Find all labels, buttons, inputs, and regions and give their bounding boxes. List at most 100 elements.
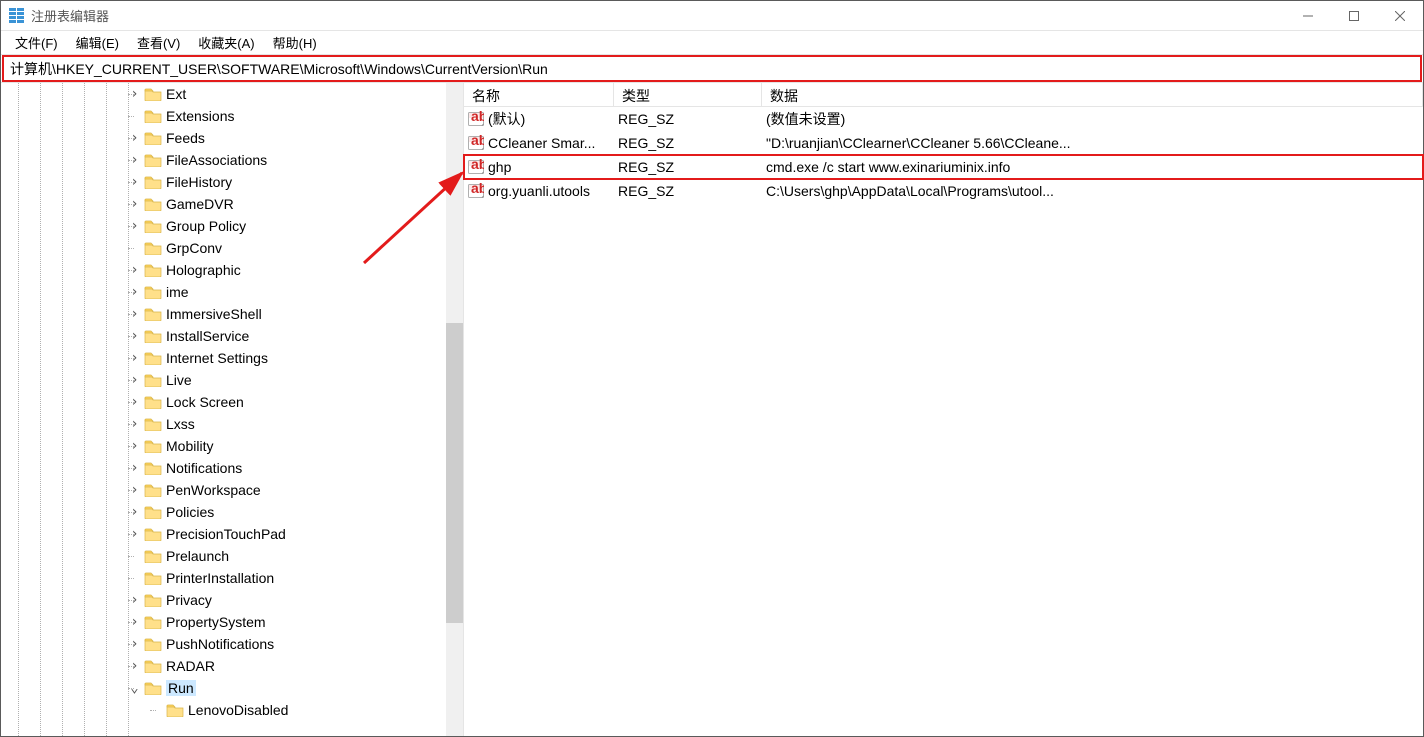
tree-panel: ›ExtExtensions›Feeds›FileAssociations›Fi… [1, 83, 464, 736]
tree-item-label: Lock Screen [166, 394, 244, 410]
folder-icon [144, 263, 162, 277]
list-row[interactable]: ghpREG_SZcmd.exe /c start www.exinariumi… [464, 155, 1423, 179]
list-body[interactable]: (默认)REG_SZ(数值未设置)CCleaner Smar...REG_SZ"… [464, 107, 1423, 203]
tree-item-precisiontouchpad[interactable]: ›PrecisionTouchPad [1, 523, 463, 545]
titlebar: 注册表编辑器 [1, 1, 1423, 31]
address-path: 计算机\HKEY_CURRENT_USER\SOFTWARE\Microsoft… [10, 59, 548, 79]
menubar: 文件(F) 编辑(E) 查看(V) 收藏夹(A) 帮助(H) [1, 31, 1423, 55]
menu-favorites[interactable]: 收藏夹(A) [190, 31, 262, 54]
tree-item-label: Group Policy [166, 218, 246, 234]
tree-item-label: PrecisionTouchPad [166, 526, 286, 542]
list-row[interactable]: org.yuanli.utoolsREG_SZC:\Users\ghp\AppD… [464, 179, 1423, 203]
tree-item-policies[interactable]: ›Policies [1, 501, 463, 523]
folder-icon [144, 197, 162, 211]
value-data: "D:\ruanjian\CClearner\CCleaner 5.66\CCl… [762, 135, 1423, 151]
folder-icon [144, 681, 162, 695]
tree-item-fileassociations[interactable]: ›FileAssociations [1, 149, 463, 171]
tree-item-run[interactable]: ⌄Run [1, 677, 463, 699]
value-type: REG_SZ [614, 159, 762, 175]
tree-item-label: PushNotifications [166, 636, 274, 652]
value-type: REG_SZ [614, 111, 762, 127]
tree-item-gamedvr[interactable]: ›GameDVR [1, 193, 463, 215]
close-button[interactable] [1377, 1, 1423, 31]
value-type: REG_SZ [614, 183, 762, 199]
value-name: ghp [488, 159, 614, 175]
string-value-icon [468, 183, 484, 199]
folder-icon [144, 351, 162, 365]
col-type[interactable]: 类型 [614, 83, 762, 106]
tree-item-label: Notifications [166, 460, 242, 476]
folder-icon [144, 527, 162, 541]
tree-view[interactable]: ›ExtExtensions›Feeds›FileAssociations›Fi… [1, 83, 463, 736]
value-name: (默认) [488, 109, 614, 129]
tree-item-installservice[interactable]: ›InstallService [1, 325, 463, 347]
tree-item-prelaunch[interactable]: Prelaunch [1, 545, 463, 567]
tree-item-mobility[interactable]: ›Mobility [1, 435, 463, 457]
tree-item-lxss[interactable]: ›Lxss [1, 413, 463, 435]
col-data[interactable]: 数据 [762, 83, 1423, 106]
folder-icon [144, 373, 162, 387]
tree-item-feeds[interactable]: ›Feeds [1, 127, 463, 149]
tree-item-label: Policies [166, 504, 214, 520]
tree-item-ext[interactable]: ›Ext [1, 83, 463, 105]
tree-item-printerinstallation[interactable]: PrinterInstallation [1, 567, 463, 589]
folder-icon [144, 87, 162, 101]
folder-icon [144, 285, 162, 299]
folder-icon [144, 417, 162, 431]
menu-help[interactable]: 帮助(H) [265, 31, 325, 54]
tree-item-label: Mobility [166, 438, 213, 454]
tree-item-label: GameDVR [166, 196, 234, 212]
list-row[interactable]: (默认)REG_SZ(数值未设置) [464, 107, 1423, 131]
tree-item-propertysystem[interactable]: ›PropertySystem [1, 611, 463, 633]
tree-item-radar[interactable]: ›RADAR [1, 655, 463, 677]
tree-item-label: Live [166, 372, 192, 388]
folder-icon [144, 505, 162, 519]
value-data: cmd.exe /c start www.exinariuminix.info [762, 159, 1423, 175]
tree-item-label: ImmersiveShell [166, 306, 262, 322]
tree-scrollbar-thumb[interactable] [446, 323, 463, 623]
tree-item-notifications[interactable]: ›Notifications [1, 457, 463, 479]
folder-icon [144, 109, 162, 123]
tree-item-live[interactable]: ›Live [1, 369, 463, 391]
tree-item-group-policy[interactable]: ›Group Policy [1, 215, 463, 237]
value-type: REG_SZ [614, 135, 762, 151]
menu-edit[interactable]: 编辑(E) [68, 31, 127, 54]
tree-item-holographic[interactable]: ›Holographic [1, 259, 463, 281]
tree-item-pushnotifications[interactable]: ›PushNotifications [1, 633, 463, 655]
minimize-button[interactable] [1285, 1, 1331, 31]
folder-icon [166, 703, 184, 717]
tree-item-filehistory[interactable]: ›FileHistory [1, 171, 463, 193]
app-icon [9, 8, 25, 24]
address-bar[interactable]: 计算机\HKEY_CURRENT_USER\SOFTWARE\Microsoft… [2, 55, 1422, 82]
string-value-icon [468, 159, 484, 175]
folder-icon [144, 395, 162, 409]
value-name: CCleaner Smar... [488, 135, 614, 151]
tree-item-label: Prelaunch [166, 548, 229, 564]
tree-item-label: GrpConv [166, 240, 222, 256]
tree-item-lenovodisabled[interactable]: LenovoDisabled [1, 699, 463, 721]
tree-item-lock-screen[interactable]: ›Lock Screen [1, 391, 463, 413]
menu-file[interactable]: 文件(F) [7, 31, 66, 54]
folder-icon [144, 329, 162, 343]
string-value-icon [468, 111, 484, 127]
folder-icon [144, 549, 162, 563]
tree-item-ime[interactable]: ›ime [1, 281, 463, 303]
tree-item-privacy[interactable]: ›Privacy [1, 589, 463, 611]
tree-item-internet-settings[interactable]: ›Internet Settings [1, 347, 463, 369]
folder-icon [144, 219, 162, 233]
folder-icon [144, 483, 162, 497]
list-row[interactable]: CCleaner Smar...REG_SZ"D:\ruanjian\CClea… [464, 131, 1423, 155]
col-name[interactable]: 名称 [464, 83, 614, 106]
tree-item-immersiveshell[interactable]: ›ImmersiveShell [1, 303, 463, 325]
tree-item-penworkspace[interactable]: ›PenWorkspace [1, 479, 463, 501]
folder-icon [144, 615, 162, 629]
menu-view[interactable]: 查看(V) [129, 31, 188, 54]
tree-item-extensions[interactable]: Extensions [1, 105, 463, 127]
value-data: (数值未设置) [762, 109, 1423, 129]
tree-item-label: Ext [166, 86, 186, 102]
folder-icon [144, 307, 162, 321]
tree-item-grpconv[interactable]: GrpConv [1, 237, 463, 259]
folder-icon [144, 571, 162, 585]
maximize-button[interactable] [1331, 1, 1377, 31]
value-list-panel: 名称 类型 数据 (默认)REG_SZ(数值未设置)CCleaner Smar.… [464, 83, 1423, 736]
